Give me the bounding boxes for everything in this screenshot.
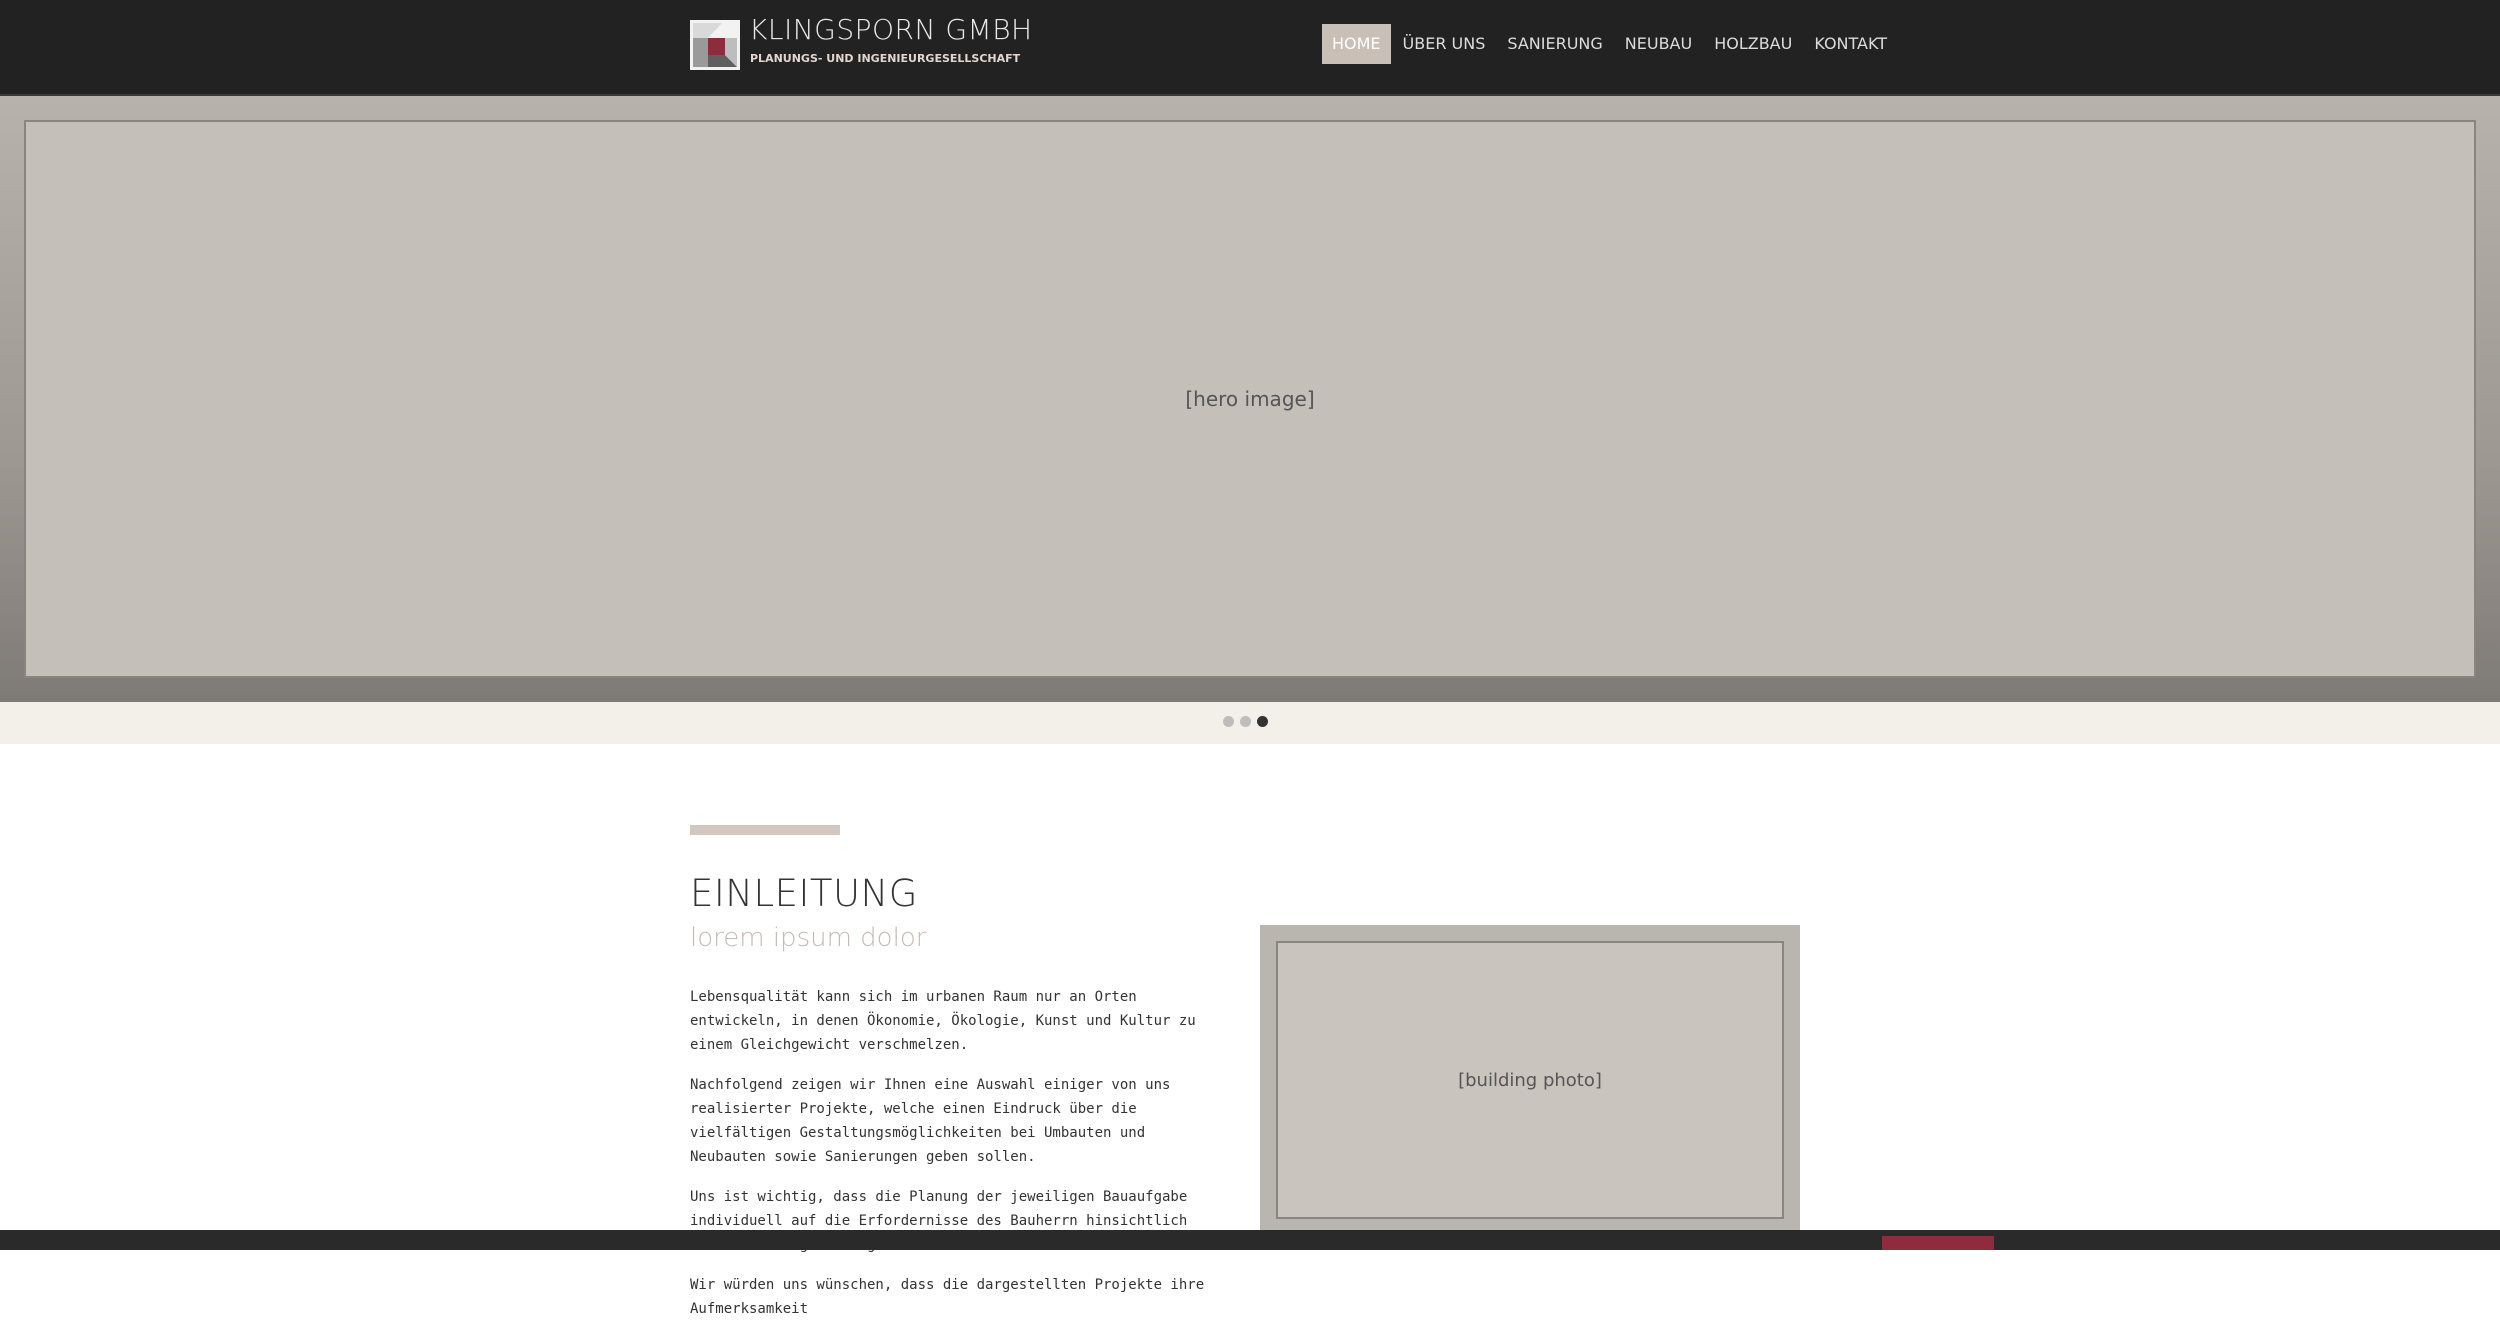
nav-item-home[interactable]: HOME bbox=[1322, 24, 1391, 64]
nav-item-kontakt[interactable]: KONTAKT bbox=[1804, 24, 1897, 64]
bottom-bar bbox=[0, 1230, 2500, 1250]
slider-dot-1[interactable] bbox=[1223, 716, 1234, 727]
nav-item-holzbau[interactable]: HOLZBAU bbox=[1704, 24, 1802, 64]
nav-item-neubau[interactable]: NEUBAU bbox=[1615, 24, 1702, 64]
nav-item-sanierung[interactable]: SANIERUNG bbox=[1497, 24, 1612, 64]
intro-paragraph: Nachfolgend zeigen wir Ihnen eine Auswah… bbox=[690, 1077, 1171, 1165]
brand-name[interactable]: KLINGSPORN GMBH bbox=[749, 13, 1033, 46]
site-header: KLINGSPORN GMBH PLANUNGS- UND INGENIEURG… bbox=[0, 0, 2500, 96]
section-accent-bar bbox=[690, 825, 840, 835]
section-subtitle: lorem ipsum dolor bbox=[690, 923, 927, 953]
main-nav: HOME ÜBER UNS SANIERUNG NEUBAU HOLZBAU K… bbox=[1322, 24, 1899, 64]
bottom-accent-button[interactable] bbox=[1882, 1236, 1994, 1250]
slider-dot-2[interactable] bbox=[1240, 716, 1251, 727]
hero-slider: [hero image] bbox=[0, 96, 2500, 702]
intro-text: Lebensqualität kann sich im urbanen Raum… bbox=[690, 985, 1225, 1337]
hero-image: [hero image] bbox=[24, 120, 2476, 678]
side-image-placeholder: [building photo] bbox=[1276, 941, 1784, 1219]
slider-dot-3[interactable] bbox=[1257, 716, 1268, 727]
intro-paragraph: Wir würden uns wünschen, dass die darges… bbox=[690, 1277, 1205, 1317]
brand-tagline: PLANUNGS- UND INGENIEURGESELLSCHAFT bbox=[750, 52, 1021, 65]
logo-icon[interactable] bbox=[690, 20, 740, 70]
section-title: EINLEITUNG bbox=[690, 872, 918, 915]
intro-paragraph: Lebensqualität kann sich im urbanen Raum… bbox=[690, 989, 1196, 1053]
nav-item-ueber-uns[interactable]: ÜBER UNS bbox=[1393, 24, 1496, 64]
side-image: [building photo] bbox=[1260, 925, 1800, 1235]
